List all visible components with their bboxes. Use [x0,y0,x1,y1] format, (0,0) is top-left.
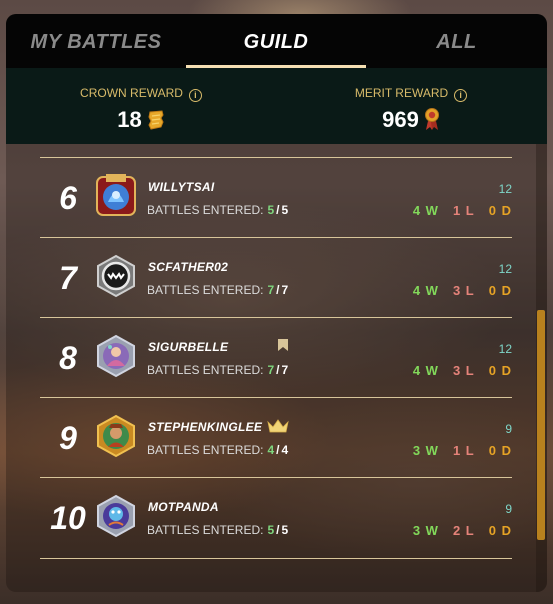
battles-entered-value: 5 [267,523,275,537]
bookmark-icon [278,339,288,351]
battles-entered-value: 5 [267,203,275,217]
player-name[interactable]: SIGURBELLE [148,340,228,354]
crown-reward-label: CROWN REWARD [80,86,183,100]
battles-entered-label: BATTLES ENTERED: [147,443,264,457]
player-row[interactable]: 10 MOTPANDA BATTLES ENTERED: 5/5 9 3 W2 L… [40,477,512,559]
wins-count: 4 W [412,283,439,298]
merit-medal-icon [424,108,439,130]
wins-count: 3 W [412,443,439,458]
losses-count: 1 L [452,203,475,218]
draws-count: 0 D [488,363,512,378]
rank-number: 6 [59,180,77,216]
info-icon[interactable]: i [454,89,468,102]
player-avatar [94,414,138,458]
battles-total-value: 5 [281,523,289,537]
player-row[interactable]: 6 WILLYTSAI BATTLES ENTERED: 5/5 12 4 W1 … [40,157,512,238]
scrollbar-thumb[interactable] [537,310,545,540]
tab-my-battles[interactable]: MY BATTLES [6,14,186,68]
player-avatar [94,494,138,538]
crown-reward-value: 18 [117,107,142,132]
battles-total-value: 7 [281,283,289,297]
tab-bar: MY BATTLES GUILD ALL [6,14,547,68]
rewards-bar: CROWN REWARD i 18 MERIT REWARD i 969 [6,68,547,144]
leaderboard-panel: MY BATTLES GUILD ALL CROWN REWARD i 18 ME… [6,14,547,592]
battles-entered-value: 4 [267,443,275,457]
losses-count: 3 L [452,283,475,298]
merit-reward-label: MERIT REWARD [354,86,449,100]
battles-total-value: 4 [281,443,289,457]
player-name[interactable]: STEPHENKINGLEE [148,420,262,434]
rank-number: 8 [59,340,77,376]
crown-reward: CROWN REWARD i 18 [6,68,276,133]
player-list[interactable]: 6 WILLYTSAI BATTLES ENTERED: 5/5 12 4 W1 … [6,144,547,592]
crown-token-icon [148,110,164,130]
player-avatar [94,174,138,218]
battles-entered-label: BATTLES ENTERED: [147,523,264,537]
player-row[interactable]: 9 STEPHENKINGLEE BATTLES ENTERED: 4/4 9 3… [40,397,512,478]
battles-entered-value: 7 [267,363,275,377]
rank-number: 10 [50,500,86,536]
wins-count: 4 W [412,363,439,378]
player-score: 12 [498,342,512,356]
battles-entered-value: 7 [267,283,275,297]
losses-count: 2 L [452,523,475,538]
player-row[interactable]: 7 SCFATHER02 BATTLES ENTERED: 7/7 12 4 W3… [40,237,512,318]
losses-count: 1 L [452,443,475,458]
draws-count: 0 D [488,283,512,298]
draws-count: 0 D [488,523,512,538]
battles-total-value: 5 [281,203,289,217]
rank-number: 9 [59,420,77,456]
battles-entered-label: BATTLES ENTERED: [147,283,264,297]
tab-all[interactable]: ALL [366,14,547,68]
player-name[interactable]: WILLYTSAI [148,180,214,194]
player-score: 9 [505,502,512,516]
tab-guild[interactable]: GUILD [186,14,366,68]
draws-count: 0 D [488,203,512,218]
player-score: 9 [505,422,512,436]
crown-icon [267,419,289,433]
draws-count: 0 D [488,443,512,458]
player-avatar [94,334,138,378]
player-name[interactable]: SCFATHER02 [148,260,228,274]
player-row[interactable]: 8 SIGURBELLE BATTLES ENTERED: 7/7 12 4 W3… [40,317,512,398]
wins-count: 4 W [412,203,439,218]
merit-reward: MERIT REWARD i 969 [276,68,546,133]
player-score: 12 [498,262,512,276]
merit-reward-value: 969 [382,107,419,132]
battles-total-value: 7 [281,363,289,377]
player-name[interactable]: MOTPANDA [148,500,219,514]
info-icon[interactable]: i [188,89,202,102]
losses-count: 3 L [452,363,475,378]
battles-entered-label: BATTLES ENTERED: [147,363,264,377]
wins-count: 3 W [412,523,439,538]
battles-entered-label: BATTLES ENTERED: [147,203,264,217]
player-score: 12 [498,182,512,196]
rank-number: 7 [59,260,77,296]
player-avatar [94,254,138,298]
